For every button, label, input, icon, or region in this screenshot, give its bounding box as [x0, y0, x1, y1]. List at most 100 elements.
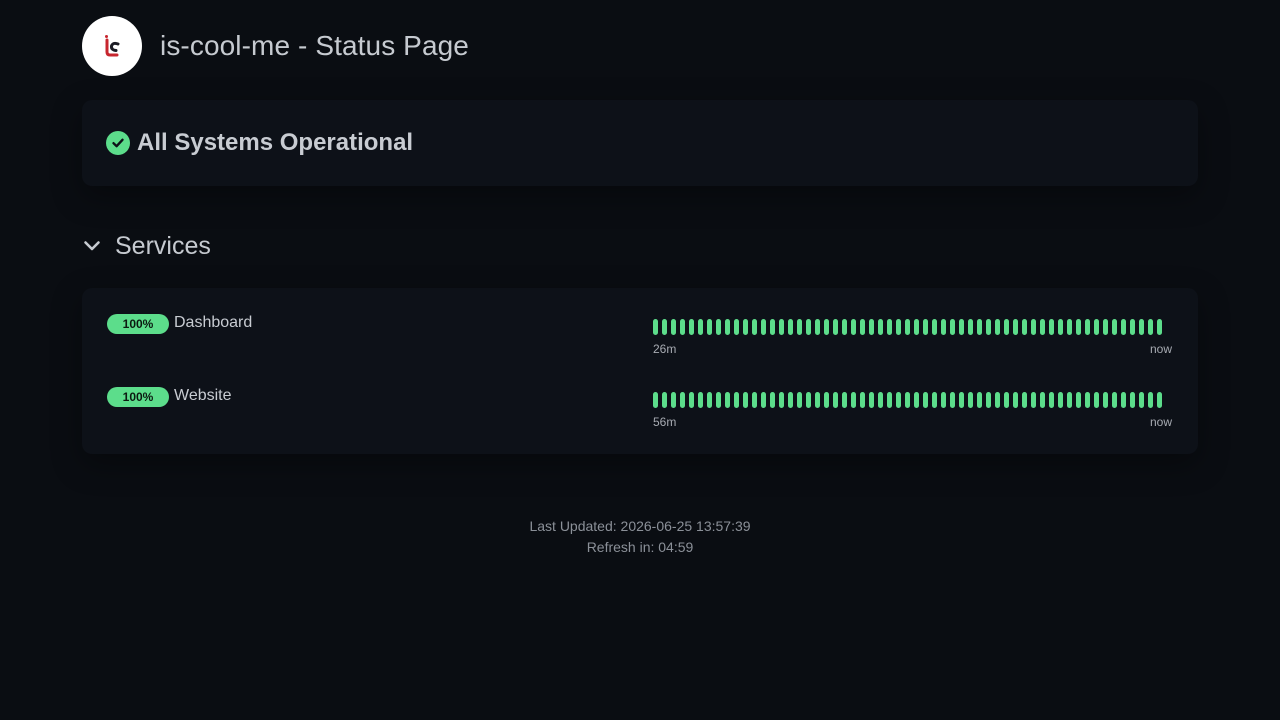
heartbeat-beat[interactable]: [887, 392, 892, 408]
heartbeat-beat[interactable]: [851, 319, 856, 335]
heartbeat-beat[interactable]: [680, 392, 685, 408]
heartbeat-beat[interactable]: [878, 319, 883, 335]
heartbeat-beat[interactable]: [761, 319, 766, 335]
brand-logo-icon[interactable]: [82, 16, 142, 76]
heartbeat-beat[interactable]: [707, 319, 712, 335]
heartbeat-beat[interactable]: [797, 319, 802, 335]
heartbeat-beat[interactable]: [842, 392, 847, 408]
heartbeat-beat[interactable]: [662, 319, 667, 335]
heartbeat-beat[interactable]: [671, 392, 676, 408]
heartbeat-beat[interactable]: [788, 319, 793, 335]
heartbeat-beat[interactable]: [1130, 392, 1135, 408]
heartbeat-beat[interactable]: [1013, 319, 1018, 335]
heartbeat-beat[interactable]: [770, 392, 775, 408]
heartbeat-beat[interactable]: [950, 319, 955, 335]
heartbeat-beat[interactable]: [1148, 319, 1153, 335]
heartbeat-beat[interactable]: [1058, 319, 1063, 335]
heartbeat-beat[interactable]: [698, 319, 703, 335]
heartbeat-beat[interactable]: [725, 319, 730, 335]
heartbeat-beat[interactable]: [977, 319, 982, 335]
heartbeat-beat[interactable]: [689, 319, 694, 335]
heartbeat-beat[interactable]: [1067, 392, 1072, 408]
heartbeat-beat[interactable]: [779, 319, 784, 335]
heartbeat-beat[interactable]: [698, 392, 703, 408]
heartbeat-beat[interactable]: [1121, 392, 1126, 408]
heartbeat-beat[interactable]: [923, 319, 928, 335]
heartbeat-beat[interactable]: [1067, 319, 1072, 335]
heartbeat-beat[interactable]: [1157, 392, 1162, 408]
heartbeat-beat[interactable]: [1085, 392, 1090, 408]
heartbeat-beat[interactable]: [725, 392, 730, 408]
heartbeat-beat[interactable]: [1094, 392, 1099, 408]
heartbeat-beat[interactable]: [914, 319, 919, 335]
heartbeat-beat[interactable]: [770, 319, 775, 335]
heartbeat-beat[interactable]: [815, 392, 820, 408]
heartbeat-beat[interactable]: [959, 392, 964, 408]
heartbeat-beat[interactable]: [734, 319, 739, 335]
heartbeat-beat[interactable]: [968, 319, 973, 335]
heartbeat-beat[interactable]: [1085, 319, 1090, 335]
heartbeat-beat[interactable]: [1004, 392, 1009, 408]
heartbeat-beat[interactable]: [941, 319, 946, 335]
heartbeat-beat[interactable]: [824, 392, 829, 408]
heartbeat-beat[interactable]: [905, 319, 910, 335]
heartbeat-beat[interactable]: [788, 392, 793, 408]
heartbeat-beat[interactable]: [743, 392, 748, 408]
heartbeat-beat[interactable]: [941, 392, 946, 408]
heartbeat-beat[interactable]: [716, 392, 721, 408]
heartbeat-beat[interactable]: [707, 392, 712, 408]
heartbeat-beat[interactable]: [851, 392, 856, 408]
heartbeat-beat[interactable]: [968, 392, 973, 408]
heartbeat-beat[interactable]: [833, 392, 838, 408]
heartbeat-beat[interactable]: [977, 392, 982, 408]
heartbeat-beat[interactable]: [986, 392, 991, 408]
heartbeat-beat[interactable]: [716, 319, 721, 335]
heartbeat-beat[interactable]: [1103, 392, 1108, 408]
heartbeat-beat[interactable]: [1121, 319, 1126, 335]
heartbeat-beat[interactable]: [761, 392, 766, 408]
heartbeat-beat[interactable]: [1040, 319, 1045, 335]
heartbeat-beat[interactable]: [950, 392, 955, 408]
heartbeat-beat[interactable]: [833, 319, 838, 335]
heartbeat-beat[interactable]: [1031, 392, 1036, 408]
heartbeat-beat[interactable]: [905, 392, 910, 408]
heartbeat-beat[interactable]: [1148, 392, 1153, 408]
heartbeat-beat[interactable]: [995, 392, 1000, 408]
heartbeat-beat[interactable]: [1040, 392, 1045, 408]
heartbeat-beat[interactable]: [1139, 392, 1144, 408]
service-name[interactable]: Dashboard: [174, 314, 252, 332]
heartbeat-beat[interactable]: [806, 392, 811, 408]
heartbeat-beat[interactable]: [860, 319, 865, 335]
heartbeat-beat[interactable]: [959, 319, 964, 335]
heartbeat-beat[interactable]: [797, 392, 802, 408]
heartbeat-beat[interactable]: [815, 319, 820, 335]
heartbeat-beat[interactable]: [1022, 392, 1027, 408]
heartbeat-beat[interactable]: [1139, 319, 1144, 335]
heartbeat-beat[interactable]: [689, 392, 694, 408]
heartbeat-beat[interactable]: [824, 319, 829, 335]
heartbeat-beat[interactable]: [1049, 392, 1054, 408]
heartbeat-beat[interactable]: [1094, 319, 1099, 335]
heartbeat-beat[interactable]: [1112, 392, 1117, 408]
heartbeat-beat[interactable]: [896, 319, 901, 335]
heartbeat-beat[interactable]: [734, 392, 739, 408]
heartbeat-beat[interactable]: [752, 319, 757, 335]
heartbeat-beat[interactable]: [1031, 319, 1036, 335]
heartbeat-beat[interactable]: [914, 392, 919, 408]
heartbeat-beat[interactable]: [842, 319, 847, 335]
heartbeat-beat[interactable]: [1103, 319, 1108, 335]
heartbeat-beat[interactable]: [1004, 319, 1009, 335]
heartbeat-beat[interactable]: [878, 392, 883, 408]
heartbeat-beat[interactable]: [1112, 319, 1117, 335]
heartbeat-beat[interactable]: [1049, 319, 1054, 335]
heartbeat-beat[interactable]: [1076, 392, 1081, 408]
heartbeat-beat[interactable]: [779, 392, 784, 408]
heartbeat-beat[interactable]: [653, 392, 658, 408]
heartbeat-beat[interactable]: [662, 392, 667, 408]
heartbeat-beat[interactable]: [932, 392, 937, 408]
heartbeat-beat[interactable]: [995, 319, 1000, 335]
heartbeat-beat[interactable]: [1076, 319, 1081, 335]
chevron-down-icon[interactable]: [82, 235, 104, 257]
heartbeat-beat[interactable]: [653, 319, 658, 335]
heartbeat-beat[interactable]: [806, 319, 811, 335]
